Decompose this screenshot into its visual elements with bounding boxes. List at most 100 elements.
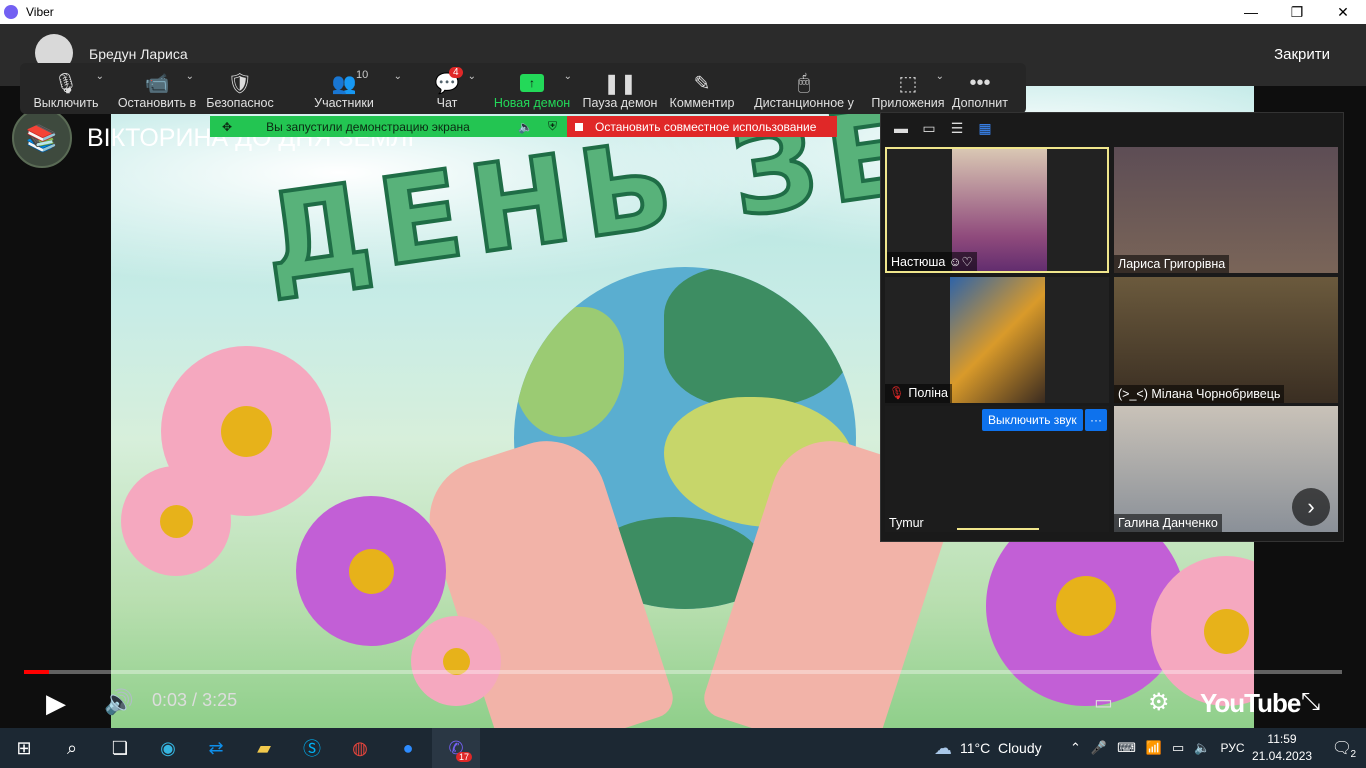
- gallery-view-icon[interactable]: ▦: [971, 120, 999, 137]
- language-indicator[interactable]: РУС: [1221, 741, 1245, 755]
- participant-name: Tymur: [889, 516, 924, 530]
- file-explorer-icon[interactable]: ▰: [240, 728, 288, 768]
- windows-start-icon[interactable]: ⊞: [0, 728, 48, 768]
- books-logo-icon[interactable]: 📚: [12, 108, 72, 168]
- toolbar-pen-button[interactable]: ✎ Комментир: [660, 63, 744, 114]
- chrome-icon[interactable]: ◍: [336, 728, 384, 768]
- toolbar-participants-button[interactable]: 👥 Участники ⌄ 10: [278, 63, 410, 114]
- stop-share-button[interactable]: Остановить совместное использование: [567, 116, 837, 137]
- youtube-logo[interactable]: YouTube: [1200, 688, 1301, 719]
- land: [514, 307, 624, 437]
- toolbar-chat-bubble-button[interactable]: 💬 Чат ⌄ 4: [410, 63, 484, 114]
- participant-name: 🎙 Поліна: [885, 384, 952, 403]
- cloud-icon: ☁: [934, 737, 952, 758]
- volume-icon[interactable]: 🔊: [104, 688, 134, 717]
- keyboard-icon[interactable]: ⌨: [1117, 740, 1136, 756]
- microphone-icon[interactable]: 🎤: [1091, 740, 1107, 756]
- toolbar-shield-button[interactable]: 🛡 Безопаснос: [202, 63, 278, 114]
- shield-icon: 🛡: [227, 72, 253, 95]
- volume-icon[interactable]: 🔈: [1194, 740, 1210, 756]
- more-options-button[interactable]: ···: [1085, 409, 1107, 431]
- participant-tile[interactable]: 🎙 Поліна: [885, 277, 1109, 403]
- participant-tile[interactable]: Выключить звук ··· Tymur: [885, 406, 1109, 532]
- minimize-button[interactable]: —: [1228, 0, 1274, 24]
- windows-taskbar: ⊞ ⌕ ❏ ◉ ⇄ ▰ Ⓢ ◍ ● ✆ 17 ☁ 11°C Cloudy ⌃ 🎤 …: [0, 728, 1366, 768]
- participant-tile[interactable]: Настюша ☺♡: [885, 147, 1109, 273]
- weather-widget[interactable]: ☁ 11°C Cloudy: [934, 728, 1042, 768]
- participants-icon: 👥: [331, 72, 357, 95]
- chevron-down-icon[interactable]: ⌄: [394, 71, 402, 82]
- clock-date: 21.04.2023: [1252, 749, 1313, 763]
- video-camera-icon: 📹: [144, 72, 170, 95]
- toolbar-share-screen-button[interactable]: ↑ Новая демон ⌄: [484, 63, 580, 114]
- toolbar-apps-button[interactable]: ⬚ Приложения ⌄: [864, 63, 952, 114]
- speaker-icon[interactable]: 🔈: [518, 120, 533, 134]
- clock-time: 11:59: [1267, 732, 1297, 746]
- zoom-app-icon[interactable]: ●: [384, 728, 432, 768]
- play-icon[interactable]: ▶: [46, 688, 66, 719]
- search-icon[interactable]: ⌕: [48, 728, 96, 768]
- close-window-button[interactable]: ✕: [1320, 0, 1366, 24]
- skype-icon[interactable]: Ⓢ: [288, 728, 336, 768]
- flower-center: [159, 504, 193, 538]
- participant-tile[interactable]: (>_<) Мілана Чорнобривець: [1114, 277, 1338, 403]
- toolbar-mouse-button[interactable]: 🖱 Дистанционное у: [744, 63, 864, 114]
- participant-tile[interactable]: Галина Данченко ›: [1114, 406, 1338, 532]
- progress-fill: [24, 670, 50, 674]
- window-title: Viber: [26, 5, 54, 19]
- mute-participant-button[interactable]: Выключить звук: [982, 409, 1083, 431]
- chevron-down-icon[interactable]: ⌄: [186, 71, 194, 82]
- chevron-up-icon[interactable]: ⌃: [1070, 740, 1081, 756]
- battery-icon[interactable]: ▭: [1172, 740, 1184, 756]
- toolbar-microphone-button[interactable]: 🎙 Выключить ⌄: [20, 63, 112, 114]
- land: [664, 267, 854, 407]
- chevron-down-icon[interactable]: ⌄: [936, 71, 944, 82]
- participant-name-text: Настюша: [891, 255, 946, 269]
- mouse-icon: 🖱: [798, 71, 810, 94]
- participant-name: Галина Данченко: [1114, 514, 1222, 532]
- maximize-button[interactable]: ❐: [1274, 0, 1320, 24]
- wifi-icon[interactable]: 📶: [1146, 740, 1162, 756]
- chevron-down-icon[interactable]: ⌄: [564, 71, 572, 82]
- task-view-icon[interactable]: ❏: [96, 728, 144, 768]
- subtitles-icon[interactable]: ▭: [1094, 690, 1113, 715]
- thumbnail-view-icon[interactable]: ▭: [915, 120, 943, 137]
- exit-fullscreen-icon[interactable]: ⤡: [1301, 688, 1320, 716]
- weather-temperature: 11°C: [960, 740, 991, 756]
- flower-center: [1203, 608, 1249, 654]
- toolbar-label: Безопаснос: [206, 96, 274, 110]
- speaker-view-icon[interactable]: ☰: [943, 120, 971, 137]
- notification-badge: 17: [455, 752, 472, 762]
- toolbar-label: Чат: [436, 96, 458, 110]
- notification-count: 2: [1350, 749, 1356, 760]
- sharing-status[interactable]: ✥ Вы запустили демонстрацию экрана 🔈 ⛨: [210, 116, 567, 137]
- toolbar-more-dots-button[interactable]: ••• Дополнит: [952, 63, 1008, 114]
- flower-center: [348, 548, 394, 594]
- share-status-bar: ✥ Вы запустили демонстрацию экрана 🔈 ⛨ О…: [210, 116, 837, 137]
- notification-center-icon[interactable]: 🗨 2: [1322, 728, 1362, 768]
- teamviewer-icon[interactable]: ⇄: [192, 728, 240, 768]
- settings-gear-icon[interactable]: ⚙: [1148, 688, 1170, 717]
- toolbar-video-camera-button[interactable]: 📹 Остановить в ⌄: [112, 63, 202, 114]
- contact-name[interactable]: Бредун Лариса: [89, 46, 188, 62]
- gallery-view: ▬ ▭ ☰ ▦ Настюша ☺♡ Лариса Григорівна 🎙 П…: [880, 112, 1344, 542]
- minimize-view-icon[interactable]: ▬: [887, 120, 915, 136]
- participant-name: (>_<) Мілана Чорнобривець: [1114, 385, 1285, 403]
- microphone-icon: 🎙: [53, 72, 79, 95]
- chevron-down-icon[interactable]: ⌄: [468, 71, 476, 82]
- toolbar-pause-button[interactable]: ❚❚ Пауза демон: [580, 63, 660, 114]
- participant-name: Настюша ☺♡: [887, 252, 977, 271]
- clock[interactable]: 11:59 21.04.2023: [1252, 731, 1312, 765]
- drag-handle-icon[interactable]: ✥: [222, 120, 232, 134]
- chevron-down-icon[interactable]: ⌄: [96, 71, 104, 82]
- edge-browser-icon[interactable]: ◉: [144, 728, 192, 768]
- participant-tile[interactable]: Лариса Григорівна: [1114, 147, 1338, 273]
- progress-bar[interactable]: [24, 670, 1342, 674]
- toolbar-label: Участники: [314, 96, 374, 110]
- more-dots-icon: •••: [969, 71, 991, 94]
- active-speaker-indicator: [957, 528, 1039, 530]
- stop-icon: [575, 122, 583, 131]
- close-share-button[interactable]: Закрити: [1274, 46, 1330, 63]
- viber-taskbar-icon[interactable]: ✆ 17: [432, 728, 480, 768]
- next-page-button[interactable]: ›: [1292, 488, 1330, 526]
